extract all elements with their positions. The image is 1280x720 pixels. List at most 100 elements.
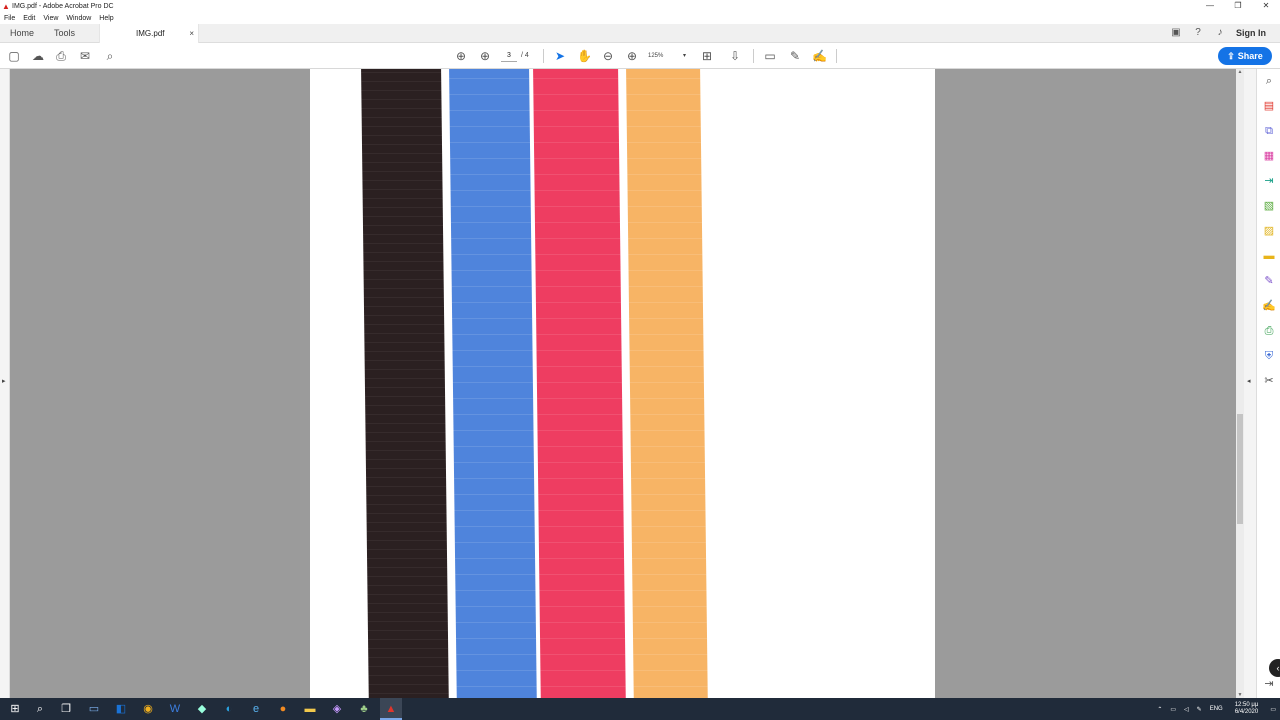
bell-icon[interactable]: ♪ (1214, 27, 1226, 39)
collapse-pane-icon[interactable]: ⇥ (1262, 677, 1276, 691)
zoom-search-icon[interactable]: ⌕ (1262, 74, 1276, 88)
chrome-icon[interactable]: ◉ (141, 702, 155, 716)
acrobat-icon[interactable]: ▲ (384, 702, 398, 716)
main-toolbar: ▢ ☁ ⎙ ✉ ⌕ ⊕ ⊕ 3 / 4 ➤ ✋ ⊖ ⊕ 125% ▾ ⊞ ⇩ ▭… (0, 43, 1280, 69)
fill-sign-icon[interactable]: ✎ (1262, 274, 1276, 288)
menu-view[interactable]: View (43, 15, 58, 22)
zoom-dropdown[interactable]: 125% ▾ (648, 50, 688, 62)
search-icon[interactable]: ⌕ (103, 49, 117, 63)
floating-action-icon[interactable]: ‹ (1269, 659, 1280, 677)
highlight-pen-icon[interactable]: ✎ (788, 49, 802, 63)
windows-start-icon[interactable]: ⊞ (8, 702, 22, 716)
menu-file[interactable]: File (4, 15, 15, 22)
next-page-icon[interactable]: ⊕ (478, 49, 492, 63)
app-icon[interactable]: ◆ (195, 702, 209, 716)
windows-taskbar: ⊞ ⌕ ❐ ▭ ◧ ◉ W ◆ ◐ e ● ▬ ◈ ♣ ▲ ⌃ ▭ ◁ ✎ EN… (0, 698, 1280, 720)
sign-in-button[interactable]: Sign In (1236, 28, 1266, 38)
scrolling-mode-icon[interactable]: ⇩ (728, 49, 742, 63)
firefox-icon[interactable]: ● (276, 702, 290, 716)
volume-icon[interactable]: ◁ (1184, 706, 1189, 713)
save-icon[interactable]: ▢ (7, 49, 21, 63)
chevron-up-icon[interactable]: ⌃ (1157, 706, 1162, 713)
share-label: Share (1237, 51, 1263, 61)
mail-icon[interactable]: ▭ (87, 702, 101, 716)
tab-document[interactable]: IMG.pdf × (99, 23, 200, 43)
scrollbar-thumb[interactable] (1237, 414, 1243, 524)
document-viewer[interactable]: ▸ ▲ ▼ ◂ (0, 69, 1280, 698)
share-icon: ⇪ (1227, 50, 1235, 61)
toolbar-divider (753, 49, 754, 63)
language-indicator[interactable]: ENG (1210, 706, 1223, 712)
file-explorer-icon[interactable]: ▬ (303, 702, 317, 716)
zoom-value: 125% (648, 53, 664, 59)
chevron-right-icon: ▸ (2, 378, 6, 385)
toolbar-divider (836, 49, 837, 63)
pen-icon[interactable]: ✎ (1197, 706, 1202, 713)
acrobat-icon: ▲ (2, 1, 10, 11)
window-title: IMG.pdf - Adobe Acrobat Pro DC (12, 2, 114, 10)
clock-date: 6/4/2020 (1234, 709, 1259, 715)
more-tools-icon[interactable]: ✂ (1262, 374, 1276, 388)
protect-shield-icon[interactable]: ⛨ (1262, 349, 1276, 363)
combine-files-icon[interactable]: ⧉ (1262, 124, 1276, 138)
notifications-icon[interactable]: ▭ (1270, 706, 1276, 713)
app-icon[interactable]: ◈ (330, 702, 344, 716)
yellow-ink-stripe (626, 69, 708, 698)
cloud-upload-icon[interactable]: ☁ (31, 49, 45, 63)
tab-tools[interactable]: Tools (44, 24, 85, 43)
tools-pane: ⌕ ▤ ⧉ ▦ ⇥ ▧ ▨ ▬ ✎ ✍ ⎙ ⛨ ✂ ‹ ⇥ (1256, 69, 1280, 698)
comment-bubble-icon[interactable]: ▣ (1170, 27, 1182, 39)
page-number-input[interactable]: 3 (501, 50, 517, 62)
scan-ocr-icon[interactable]: ▨ (1262, 224, 1276, 238)
create-pdf-icon[interactable]: ▤ (1262, 99, 1276, 113)
vertical-scrollbar[interactable]: ▲ ▼ (1236, 69, 1244, 698)
scroll-up-arrow[interactable]: ▲ (1236, 69, 1244, 75)
previous-page-icon[interactable]: ⊕ (454, 49, 468, 63)
export-pdf-icon[interactable]: ⇥ (1262, 174, 1276, 188)
window-controls: — ❐ ✕ (1196, 0, 1280, 12)
app-icon[interactable]: ♣ (357, 702, 371, 716)
system-tray: ⌃ ▭ ◁ ✎ ENG 12:50 μμ 6/4/2020 ▭ (1153, 698, 1280, 720)
network-icon[interactable]: ▭ (1170, 706, 1176, 713)
black-ink-stripe (361, 69, 449, 698)
clock[interactable]: 12:50 μμ 6/4/2020 (1235, 702, 1259, 716)
zoom-out-icon[interactable]: ⊖ (601, 49, 615, 63)
menu-bar: File Edit View Window Help (0, 12, 1280, 24)
request-signature-icon[interactable]: ✍ (1262, 299, 1276, 313)
search-icon[interactable]: ⌕ (33, 702, 47, 716)
email-icon[interactable]: ✉ (78, 49, 92, 63)
print-icon[interactable]: ⎙ (54, 49, 68, 63)
menu-window[interactable]: Window (66, 15, 91, 22)
maximize-button[interactable]: ❐ (1224, 0, 1252, 12)
menu-help[interactable]: Help (99, 15, 113, 22)
blue-ink-stripe (449, 69, 537, 698)
word-icon[interactable]: W (168, 702, 182, 716)
zoom-in-icon[interactable]: ⊕ (625, 49, 639, 63)
clock-time: 12:50 μμ (1234, 702, 1259, 708)
tab-home[interactable]: Home (0, 24, 44, 43)
comment-tool-icon[interactable]: ▬ (1262, 249, 1276, 263)
hand-tool-icon[interactable]: ✋ (577, 49, 592, 63)
internet-explorer-icon[interactable]: e (249, 702, 263, 716)
page-fit-icon[interactable]: ⊞ (700, 49, 714, 63)
minimize-button[interactable]: — (1196, 0, 1224, 12)
chevron-left-icon: ◂ (1247, 378, 1251, 385)
select-cursor-icon[interactable]: ➤ (553, 49, 567, 63)
close-window-button[interactable]: ✕ (1252, 0, 1280, 12)
edit-pdf-icon[interactable]: ▧ (1262, 199, 1276, 213)
share-button[interactable]: ⇪ Share (1218, 47, 1272, 65)
task-view-icon[interactable]: ❐ (59, 702, 73, 716)
outlook-icon[interactable]: ◧ (114, 702, 128, 716)
chevron-down-icon: ▾ (682, 53, 686, 59)
menu-edit[interactable]: Edit (23, 15, 35, 22)
left-panel-toggle[interactable]: ▸ (0, 69, 10, 698)
sign-icon[interactable]: ✍ (812, 49, 827, 63)
close-tab-icon[interactable]: × (189, 29, 194, 38)
right-panel-toggle[interactable]: ◂ (1244, 69, 1256, 698)
help-icon[interactable]: ? (1192, 27, 1204, 39)
title-bar: ▲ IMG.pdf - Adobe Acrobat Pro DC — ❐ ✕ (0, 0, 1280, 12)
comment-icon[interactable]: ▭ (763, 49, 777, 63)
organize-pages-icon[interactable]: ▦ (1262, 149, 1276, 163)
edge-icon[interactable]: ◐ (222, 702, 236, 716)
print-production-icon[interactable]: ⎙ (1262, 324, 1276, 338)
